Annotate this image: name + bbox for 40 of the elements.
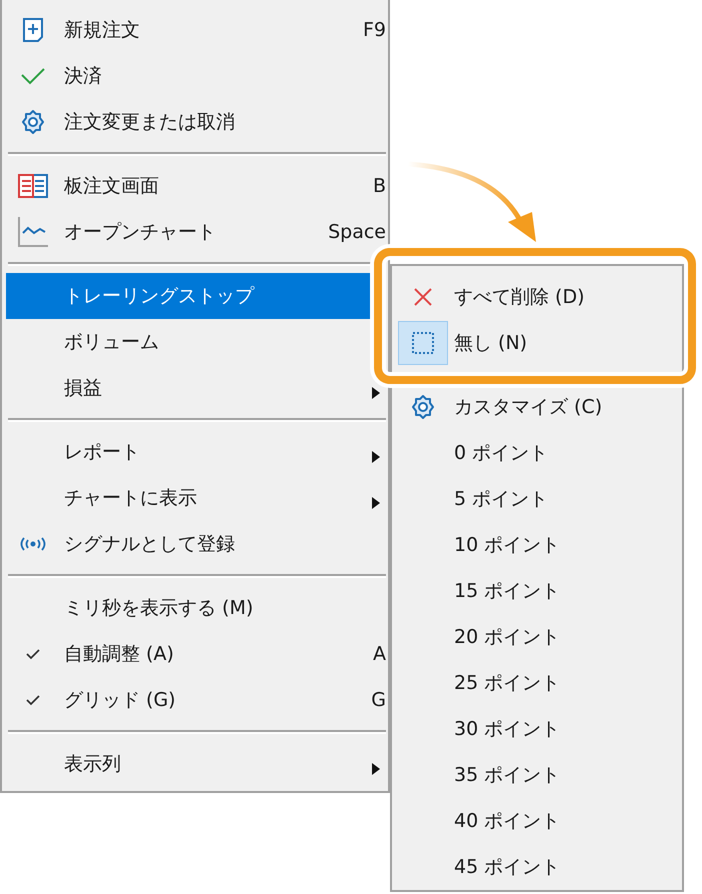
menu-item[interactable]: 30 ポイント <box>396 706 680 752</box>
document-plus-icon <box>22 17 44 43</box>
caret-icon <box>372 387 380 399</box>
menu-item[interactable]: 無し (N) <box>396 320 680 366</box>
menu-item[interactable]: 45 ポイント <box>396 844 680 890</box>
menu-item[interactable]: 25 ポイント <box>396 660 680 706</box>
caret-icon <box>372 497 380 509</box>
menu-item[interactable]: レポート <box>6 429 386 475</box>
menu-item[interactable]: グリッド (G) G <box>6 677 386 723</box>
menu-item[interactable]: 板注文画面 B <box>6 163 386 209</box>
order-book-icon <box>18 174 48 198</box>
line-chart-icon <box>18 217 48 247</box>
menu-item[interactable]: チャートに表示 <box>6 475 386 521</box>
menu-item[interactable]: 15 ポイント <box>396 568 680 614</box>
menu-item[interactable]: ボリューム <box>6 319 386 365</box>
menu-item[interactable]: 注文変更または取消 <box>6 99 386 145</box>
menu-item[interactable]: 損益 <box>6 365 386 411</box>
menu-item[interactable]: 35 ポイント <box>396 752 680 798</box>
caret-icon <box>372 451 380 463</box>
menu-item[interactable]: 決済 <box>6 53 386 99</box>
close-icon <box>413 287 433 307</box>
menu-item[interactable]: 0 ポイント <box>396 430 680 476</box>
menu-item[interactable]: オープンチャート Space <box>6 209 386 255</box>
menu-item[interactable]: 自動調整 (A) A <box>6 631 386 677</box>
menu-item[interactable]: 5 ポイント <box>396 476 680 522</box>
caret-icon <box>372 763 380 775</box>
menu-item[interactable]: すべて削除 (D) <box>396 274 680 320</box>
dotted-square-icon <box>411 331 435 355</box>
menu-item[interactable]: 20 ポイント <box>396 614 680 660</box>
menu-item[interactable]: カスタマイズ (C) <box>396 384 680 430</box>
menu-item[interactable]: ミリ秒を表示する (M) <box>6 585 386 631</box>
menu-item[interactable]: 新規注文 F9 <box>6 7 386 53</box>
settings-icon <box>20 109 46 135</box>
menu-item[interactable]: 表示列 <box>6 741 386 787</box>
menu-item[interactable]: シグナルとして登録 <box>6 521 386 567</box>
menu-item[interactable]: 10 ポイント <box>396 522 680 568</box>
checkmark-icon <box>20 67 46 85</box>
menu-item[interactable]: 40 ポイント <box>396 798 680 844</box>
settings-icon <box>410 394 436 420</box>
signal-icon <box>18 536 48 552</box>
